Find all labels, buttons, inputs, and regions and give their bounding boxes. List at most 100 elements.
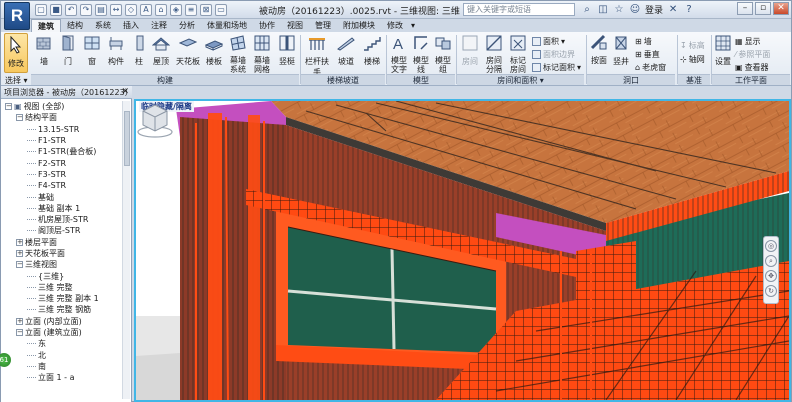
tab-structure[interactable]: 结构	[61, 19, 89, 32]
tree-item[interactable]: F2-STR	[1, 157, 121, 168]
tree-item[interactable]: 基础	[1, 191, 121, 202]
tree-item[interactable]: 基础 副本 1	[1, 203, 121, 214]
room-button[interactable]: 房间	[459, 34, 481, 67]
print-icon[interactable]: ▤	[95, 4, 107, 16]
model-text-button[interactable]: A 模型文字	[389, 34, 409, 74]
orbit-icon[interactable]: ↻	[765, 285, 777, 297]
switch-windows-icon[interactable]: ▭	[215, 4, 227, 16]
browser-scrollbar[interactable]	[122, 101, 130, 399]
curtain-system-button[interactable]: 幕墙系统	[227, 34, 249, 74]
curtain-grid-button[interactable]: 幕墙网格	[251, 34, 273, 74]
collapse-icon[interactable]: −	[5, 103, 12, 111]
ramp-button[interactable]: 坡道	[335, 34, 357, 67]
door-button[interactable]: 门	[59, 34, 77, 67]
by-face-button[interactable]: 按面	[589, 34, 609, 65]
section-icon[interactable]: ◈	[170, 4, 182, 16]
collapse-icon[interactable]: −	[16, 114, 23, 122]
tab-manage[interactable]: 管理	[309, 19, 337, 32]
tag-icon[interactable]: ◇	[125, 4, 137, 16]
tree-item[interactable]: F1-STR(叠合板)	[1, 146, 121, 157]
component-button[interactable]: 构件	[105, 34, 127, 67]
minimize-button[interactable]: –	[737, 2, 753, 15]
shaft-button[interactable]: 竖井	[611, 34, 631, 67]
tree-folder[interactable]: + 天花板平面	[1, 248, 121, 259]
expand-icon[interactable]: +	[16, 317, 23, 325]
tree-item[interactable]: 立面 1 - a	[1, 372, 121, 383]
window-button[interactable]: 窗	[83, 34, 101, 67]
save-icon[interactable]: ■	[50, 4, 62, 16]
scroll-thumb[interactable]	[124, 111, 130, 166]
pan-icon[interactable]: ✥	[765, 270, 777, 282]
tree-item[interactable]: 三维 完整 钢筋	[1, 304, 121, 315]
help-icon[interactable]: ?	[683, 4, 695, 16]
tag-area-button[interactable]: 标记面积 ▾	[532, 62, 581, 73]
ref-plane-button[interactable]: ⁄ 参照平面	[735, 49, 770, 60]
expand-icon[interactable]: +	[16, 238, 23, 246]
star-icon[interactable]: ☆	[613, 4, 625, 16]
floor-button[interactable]: 楼板	[204, 34, 224, 67]
tree-folder[interactable]: − 三维视图	[1, 259, 121, 270]
tree-item[interactable]: F4-STR	[1, 180, 121, 191]
maximize-button[interactable]: ▫	[755, 2, 771, 15]
close-button[interactable]: ✕	[773, 2, 789, 15]
measure-icon[interactable]: ↔	[110, 4, 122, 16]
tab-analyze[interactable]: 分析	[173, 19, 201, 32]
vertical-opening-button[interactable]: ⊞ 垂直	[635, 49, 660, 60]
close-icon[interactable]: ✕	[121, 86, 129, 99]
tree-item[interactable]: 阁顶层-STR	[1, 225, 121, 236]
stair-button[interactable]: 楼梯	[361, 34, 383, 67]
wall-button[interactable]: 墙	[35, 34, 53, 67]
tree-item[interactable]: F3-STR	[1, 169, 121, 180]
column-button[interactable]: 柱	[131, 34, 147, 67]
area-boundary-button[interactable]: 面积边界	[532, 49, 575, 60]
tab-collaborate[interactable]: 协作	[253, 19, 281, 32]
open-icon[interactable]: ▢	[35, 4, 47, 16]
ceiling-button[interactable]: 天花板	[175, 34, 201, 67]
search-input[interactable]: 键入关键字或短语	[463, 3, 575, 16]
dormer-button[interactable]: ⌂ 老虎窗	[635, 62, 666, 73]
tree-item[interactable]: 南	[1, 361, 121, 372]
tab-massing-site[interactable]: 体量和场地	[201, 19, 253, 32]
tree-item[interactable]: 东	[1, 338, 121, 349]
railing-button[interactable]: 栏杆扶手	[303, 34, 331, 78]
grid-button[interactable]: ⊹ 轴网	[680, 54, 705, 65]
collapse-icon[interactable]: −	[16, 261, 23, 269]
tree-item[interactable]: 三维 完整	[1, 282, 121, 293]
user-icon[interactable]: ☺	[629, 4, 641, 16]
modify-button[interactable]: 修改	[4, 33, 28, 73]
search-icon[interactable]: ⌕	[581, 4, 593, 16]
tab-overflow-icon[interactable]: ▾	[411, 19, 415, 32]
app-logo[interactable]: R	[4, 2, 30, 30]
roof-button[interactable]: 屋顶	[151, 34, 171, 67]
tree-folder[interactable]: − ▣ 视图 (全部)	[1, 101, 121, 112]
tree-item[interactable]: F1-STR	[1, 135, 121, 146]
tab-insert[interactable]: 插入	[117, 19, 145, 32]
show-workplane-button[interactable]: ▦ 显示	[735, 36, 761, 47]
room-separator-button[interactable]: 房间分隔	[483, 34, 505, 74]
model-line-button[interactable]: 模型线	[411, 34, 431, 74]
mullion-button[interactable]: 竖梃	[277, 34, 297, 67]
model-group-button[interactable]: 模型组	[433, 34, 453, 74]
tab-systems[interactable]: 系统	[89, 19, 117, 32]
tab-architecture[interactable]: 建筑	[31, 19, 61, 32]
tab-addins[interactable]: 附加模块	[337, 19, 381, 32]
zoom-icon[interactable]: ⌕	[765, 255, 777, 267]
tab-annotate[interactable]: 注释	[145, 19, 173, 32]
tree-item[interactable]: 机房屋顶-STR	[1, 214, 121, 225]
text-icon[interactable]: A	[140, 4, 152, 16]
3d-viewport[interactable]: 临时隐藏/隔离 ◎ ⌕ ✥ ↻	[134, 99, 791, 402]
subscription-icon[interactable]: ◫	[597, 4, 609, 16]
tree-item[interactable]: 北	[1, 350, 121, 361]
tab-view[interactable]: 视图	[281, 19, 309, 32]
undo-icon[interactable]: ↶	[65, 4, 77, 16]
tab-modify[interactable]: 修改	[381, 19, 409, 32]
area-button[interactable]: 面积 ▾	[532, 36, 565, 47]
viewer-button[interactable]: ▣ 查看器	[735, 62, 769, 73]
expand-icon[interactable]: +	[16, 250, 23, 257]
collapse-icon[interactable]: −	[16, 329, 23, 337]
redo-icon[interactable]: ↷	[80, 4, 92, 16]
tree-folder[interactable]: − 立面 (建筑立面)	[1, 327, 121, 338]
3d-view-icon[interactable]: ⌂	[155, 4, 167, 16]
select-dropdown[interactable]: 选择 ▾	[5, 75, 28, 86]
tree-item[interactable]: {三维}	[1, 270, 121, 281]
